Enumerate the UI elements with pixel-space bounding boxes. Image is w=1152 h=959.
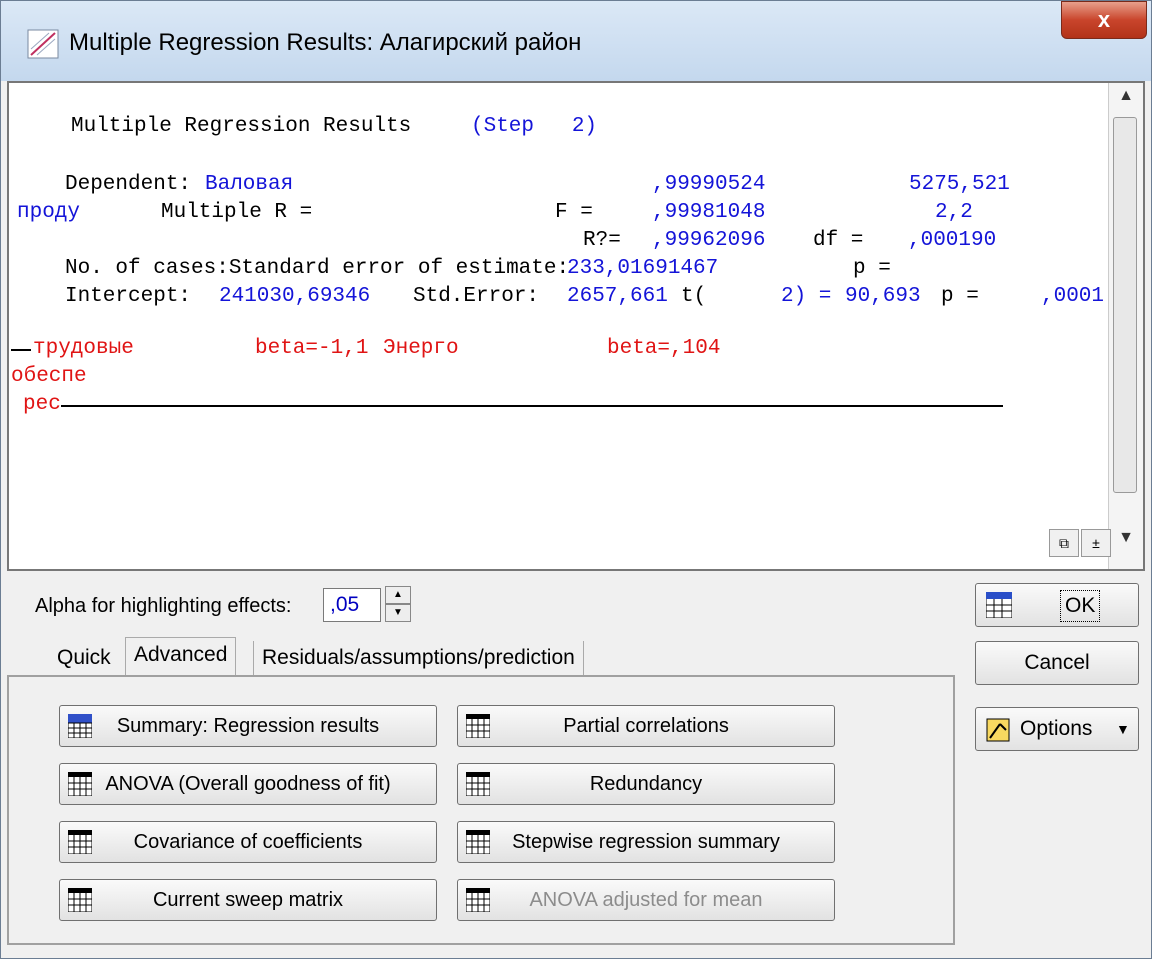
cases-line: No. of cases:Standard error of estimate: xyxy=(65,257,570,280)
spin-down-icon[interactable]: ▼ xyxy=(385,604,411,622)
stepwise-summary-button[interactable]: Stepwise regression summary xyxy=(457,821,835,863)
df-value: 2,2 xyxy=(935,201,973,224)
tab-residuals[interactable]: Residuals/assumptions/prediction xyxy=(253,641,584,675)
summary-label: Summary: Regression results xyxy=(116,715,380,737)
options-button[interactable]: Options ▼ xyxy=(975,707,1139,751)
spin-up-icon[interactable]: ▲ xyxy=(385,586,411,604)
r-squared-value: ,99981048 xyxy=(652,201,766,224)
partial-correlations-button[interactable]: Partial correlations xyxy=(457,705,835,747)
vertical-scrollbar[interactable]: ▲ ▼ xyxy=(1108,83,1143,569)
copy-icon[interactable]: ⧉ xyxy=(1049,529,1079,557)
p-label-2: p = xyxy=(941,285,979,308)
p-value-1: ,000190 xyxy=(908,229,997,252)
advanced-tab-panel: Summary: Regression results ANOVA (Overa… xyxy=(7,675,955,945)
anova-adjusted-label: ANOVA adjusted for mean xyxy=(529,889,763,911)
window-title: Multiple Regression Results: Алагирский … xyxy=(69,29,582,56)
p-value-2: ,0001 xyxy=(1041,285,1105,308)
t-label: t( xyxy=(681,285,707,308)
sweep-label: Current sweep matrix xyxy=(152,889,344,911)
covariance-grid-icon xyxy=(68,830,92,854)
table-icon xyxy=(986,592,1012,618)
tab-advanced[interactable]: Advanced xyxy=(125,637,237,678)
t-value: 90,693 xyxy=(845,285,921,308)
close-button[interactable]: x xyxy=(1061,1,1147,39)
redundancy-label: Redundancy xyxy=(589,773,703,795)
alpha-label: Alpha for highlighting effects: xyxy=(35,595,292,617)
tab-quick[interactable]: Quick xyxy=(49,641,119,675)
results-pane[interactable]: Multiple Regression Results (Step 2) Dep… xyxy=(7,81,1145,571)
maximize-icon[interactable]: ± xyxy=(1081,529,1111,557)
std-error-estimate: 233,01691467 xyxy=(567,257,719,280)
f-label: F = xyxy=(555,201,593,224)
scroll-up-icon[interactable]: ▲ xyxy=(1109,87,1143,105)
scroll-thumb[interactable] xyxy=(1113,117,1137,493)
f-value: 5275,521 xyxy=(909,173,1010,196)
sweep-grid-icon xyxy=(68,888,92,912)
cancel-button[interactable]: Cancel xyxy=(975,641,1139,685)
title-bar: Multiple Regression Results: Алагирский … xyxy=(1,1,1151,81)
std-error-value: 2657,661 xyxy=(567,285,668,308)
sweep-matrix-button[interactable]: Current sweep matrix xyxy=(59,879,437,921)
scroll-down-icon[interactable]: ▼ xyxy=(1109,529,1143,547)
summary-regression-button[interactable]: Summary: Regression results xyxy=(59,705,437,747)
options-icon xyxy=(986,718,1010,742)
results-heading-step: (Step 2) xyxy=(471,115,598,138)
std-error-label: Std.Error: xyxy=(413,285,540,308)
anova-adjusted-button: ANOVA adjusted for mean xyxy=(457,879,835,921)
app-icon xyxy=(27,29,59,59)
t-df: 2) = xyxy=(781,285,832,308)
anova-button[interactable]: ANOVA (Overall goodness of fit) xyxy=(59,763,437,805)
partial-label: Partial correlations xyxy=(563,715,729,737)
multiple-r-label: Multiple R = xyxy=(161,201,313,224)
intercept-label: Intercept: xyxy=(65,285,192,308)
covariance-button[interactable]: Covariance of coefficients xyxy=(59,821,437,863)
separator-line-bottom xyxy=(61,405,1003,407)
effect2-name: Энерго xyxy=(383,337,459,360)
dependent-value-cont: проду xyxy=(17,201,81,224)
summary-grid-icon xyxy=(68,714,92,738)
regression-results-window: Multiple Regression Results: Алагирский … xyxy=(0,0,1152,959)
adjusted-r2-value: ,99962096 xyxy=(652,229,766,252)
effect1-beta: beta=-1,1 xyxy=(255,337,369,360)
redundancy-button[interactable]: Redundancy xyxy=(457,763,835,805)
results-heading: Multiple Regression Results xyxy=(71,115,412,138)
ok-button[interactable]: OK xyxy=(975,583,1139,627)
ok-label: OK xyxy=(1060,590,1101,622)
anova-grid-icon xyxy=(68,772,92,796)
df-label: df = xyxy=(813,229,864,252)
stepwise-label: Stepwise regression summary xyxy=(512,831,780,853)
dependent-value: Валовая xyxy=(205,173,294,196)
stepwise-grid-icon xyxy=(466,830,490,854)
redundancy-grid-icon xyxy=(466,772,490,796)
separator-line-top xyxy=(11,349,31,351)
multiple-r-value: ,99990524 xyxy=(652,173,766,196)
options-label: Options xyxy=(1020,717,1093,740)
p-label-1: p = xyxy=(853,257,891,280)
anova-adjusted-grid-icon xyxy=(466,888,490,912)
covariance-label: Covariance of coefficients xyxy=(133,831,363,853)
r2-label: R?= xyxy=(583,229,621,252)
alpha-spinner[interactable]: ▲ ▼ xyxy=(385,586,411,624)
effect1-name-b: обеспе xyxy=(11,365,87,388)
intercept-value: 241030,69346 xyxy=(219,285,371,308)
effect1-name-a: трудовые xyxy=(33,337,134,360)
dependent-label: Dependent: xyxy=(65,173,192,196)
effect2-beta: beta=,104 xyxy=(607,337,721,360)
chevron-down-icon: ▼ xyxy=(1116,721,1130,737)
partial-grid-icon xyxy=(466,714,490,738)
anova-label: ANOVA (Overall goodness of fit) xyxy=(105,773,391,795)
alpha-input[interactable]: ,05 xyxy=(323,588,381,622)
effect1-name-c: рес xyxy=(23,393,61,416)
